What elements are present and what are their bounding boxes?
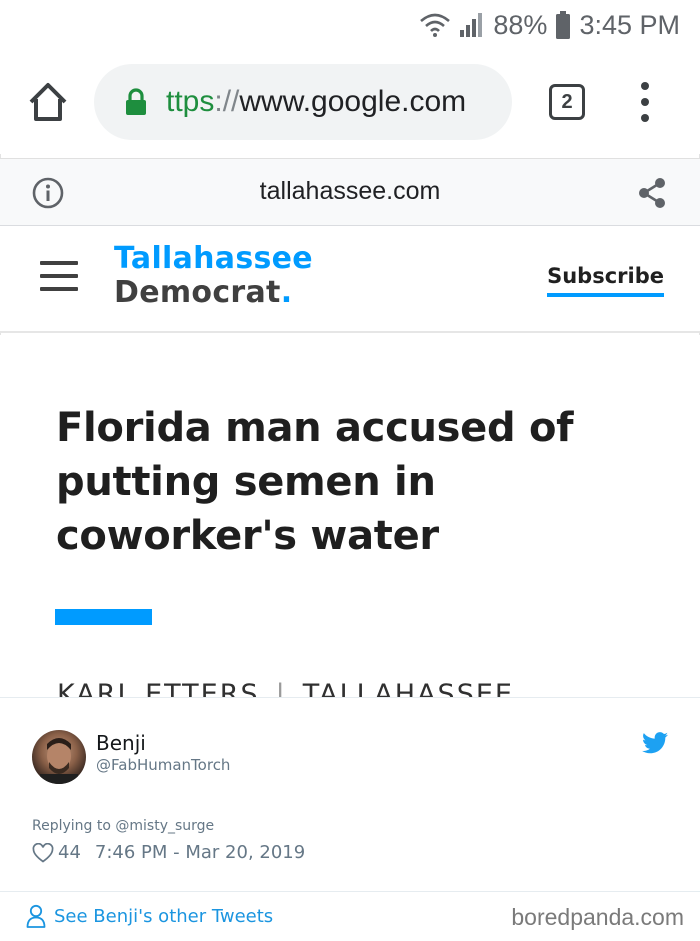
twitter-bird-icon[interactable]	[642, 732, 668, 754]
watermark: boredpanda.com	[511, 904, 684, 930]
menu-dot	[641, 114, 649, 122]
see-other-tweets-link[interactable]: See Benji's other Tweets	[26, 904, 273, 928]
tweet-meta: 44 7:46 PM - Mar 20, 2019	[32, 842, 305, 863]
tweet-card: Benji @FabHumanTorch Replying to @misty_…	[0, 697, 700, 941]
article-byline: KARL ETTERS | TALLAHASSEE	[57, 679, 514, 697]
battery-percent: 88%	[493, 9, 548, 40]
person-icon	[26, 904, 46, 928]
site-info-bar: tallahassee.com	[0, 158, 700, 226]
article-headline: Florida man accused of putting semen in …	[56, 405, 574, 559]
wifi-icon	[420, 13, 451, 37]
tweet-author-handle[interactable]: @FabHumanTorch	[96, 756, 230, 774]
url-separator: ://	[214, 85, 240, 118]
signal-icon	[460, 13, 483, 37]
overflow-menu-icon[interactable]	[636, 82, 654, 122]
tweet-like-count: 44	[58, 842, 81, 863]
tabs-icon[interactable]: 2	[549, 84, 585, 120]
logo-dot: .	[280, 275, 293, 310]
logo-line2: Democrat.	[114, 276, 313, 310]
url-text: ttps://www.google.com	[166, 85, 466, 119]
share-icon[interactable]	[636, 176, 668, 210]
status-bar: 88% 3:45 PM	[0, 0, 700, 52]
home-icon[interactable]	[26, 80, 70, 124]
byline-location: TALLAHASSEE	[302, 679, 514, 697]
menu-dot	[641, 82, 649, 90]
site-header: Tallahassee Democrat. Subscribe	[0, 226, 700, 333]
tweet-replying-to[interactable]: Replying to @misty_surge	[32, 818, 214, 834]
hamburger-line	[40, 261, 78, 265]
byline-author[interactable]: KARL ETTERS	[57, 679, 260, 697]
hamburger-line	[40, 287, 78, 291]
tweet-timestamp[interactable]: 7:46 PM - Mar 20, 2019	[95, 842, 305, 863]
site-logo[interactable]: Tallahassee Democrat.	[114, 242, 313, 310]
article: Florida man accused of putting semen in …	[0, 335, 700, 697]
tweet-author-name[interactable]: Benji	[96, 731, 146, 755]
see-other-tweets-label: See Benji's other Tweets	[54, 905, 274, 927]
battery-icon	[556, 11, 571, 39]
status-indicators: 88% 3:45 PM	[419, 8, 680, 42]
browser-toolbar: ttps://www.google.com 2	[0, 52, 700, 154]
url-scheme: ttps	[166, 85, 215, 118]
headline-accent-bar	[55, 609, 152, 625]
tab-count: 2	[561, 90, 573, 113]
avatar[interactable]	[32, 730, 86, 784]
address-bar[interactable]: ttps://www.google.com	[94, 64, 512, 140]
subscribe-button[interactable]: Subscribe	[547, 264, 664, 297]
logo-line2-text: Democrat	[114, 275, 281, 310]
lock-icon	[126, 88, 146, 115]
logo-line1: Tallahassee	[114, 241, 313, 276]
byline-separator: |	[275, 679, 287, 697]
menu-dot	[641, 98, 649, 106]
hamburger-line	[40, 274, 78, 278]
url-host: www.google.com	[239, 85, 467, 118]
tweet-footer: See Benji's other Tweets boredpanda.com	[0, 891, 700, 941]
site-domain: tallahassee.com	[259, 177, 441, 205]
clock: 3:45 PM	[579, 9, 680, 40]
heart-icon[interactable]	[32, 842, 54, 863]
hamburger-menu-icon[interactable]	[40, 261, 78, 291]
avatar-face-icon	[40, 738, 78, 784]
